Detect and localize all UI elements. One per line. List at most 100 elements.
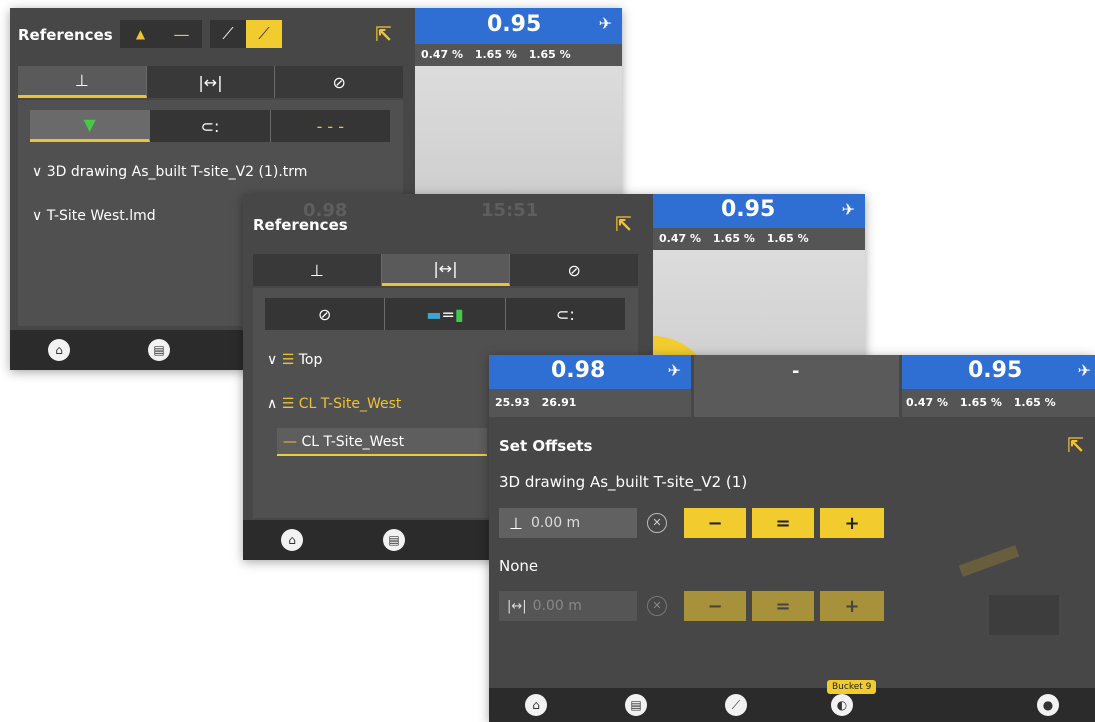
- reference-2-name: None: [499, 557, 539, 575]
- compass-icon: ⊘: [332, 72, 346, 92]
- mode-row: ⊘ ▬=▮ ⊂:: [265, 298, 625, 330]
- chevron-up-icon: ∧: [267, 396, 282, 412]
- ref-row-cl-label: CL T-Site_West: [298, 396, 402, 412]
- offset-equals-button[interactable]: =: [752, 508, 814, 538]
- blue-value-box[interactable]: 0.95 ✈: [653, 194, 865, 228]
- boom-selected-icon[interactable]: ⟋: [246, 20, 282, 48]
- machine-icon[interactable]: ▤: [625, 694, 647, 716]
- compass-icon: ⊘: [567, 260, 581, 280]
- clear-icon[interactable]: ✕: [647, 513, 667, 533]
- tab-row: ⊥ |↔| ⊘: [18, 66, 403, 98]
- slope-strip: 0.47 % 1.65 % 1.65 %: [415, 44, 622, 66]
- main-slope-value: 1.65 %: [712, 232, 755, 245]
- horizontal-plus-button[interactable]: +: [820, 591, 884, 621]
- depth-value-1: 25.93: [495, 396, 530, 409]
- tab-horizontal[interactable]: |↔|: [381, 254, 511, 286]
- clear-icon[interactable]: ✕: [647, 596, 667, 616]
- dashed-line-icon: - - -: [316, 116, 345, 136]
- ref-row-1[interactable]: ∨ 3D drawing As_built T-site_V2 (1).trm: [32, 164, 307, 180]
- right-value-box[interactable]: 0.95 ✈: [902, 355, 1095, 389]
- mode-offset[interactable]: ▬=▮: [385, 298, 506, 330]
- toggle-group-a: ▲ —: [120, 20, 202, 48]
- antenna-icon: ✈: [1077, 361, 1091, 380]
- reference-1-name: 3D drawing As_built T-site_V2 (1): [499, 473, 748, 491]
- vertical-icon: ⊥: [509, 513, 523, 533]
- excavator-silhouette: [958, 525, 1069, 645]
- toggle-group-b: ⟋ ⟋: [210, 20, 282, 48]
- tab-compass[interactable]: ⊘: [510, 254, 638, 286]
- antenna-icon: ✈: [841, 200, 855, 219]
- ref-row-2[interactable]: ∨ T-Site West.lmd: [32, 208, 156, 224]
- bucket-badge: Bucket 9: [827, 680, 877, 694]
- chevron-down-icon: ∨: [32, 164, 47, 180]
- horizontal-minus-button[interactable]: −: [684, 591, 746, 621]
- machine-icon[interactable]: ▤: [383, 529, 405, 551]
- left-value: 0.98: [551, 358, 606, 383]
- horizontal-offset-value: 0.00 m: [532, 598, 582, 614]
- chevron-down-icon: ∨: [267, 352, 282, 368]
- offset-plus-button[interactable]: +: [820, 508, 884, 538]
- cross-slope-value: 0.47 %: [906, 396, 948, 409]
- ref-row-top[interactable]: ∨ ☰ Top: [267, 352, 322, 368]
- magnet-icon: ⊂:: [555, 304, 575, 324]
- mode-magnet[interactable]: ⊂:: [506, 298, 625, 330]
- operator-icon[interactable]: ●: [1037, 694, 1059, 716]
- panel-title: Set Offsets: [499, 437, 593, 455]
- external-link-icon[interactable]: ⇱: [615, 212, 632, 236]
- mode-line[interactable]: - - -: [271, 110, 390, 142]
- design-icon[interactable]: ⟋: [725, 694, 747, 716]
- vertical-icon: ⊥: [309, 260, 324, 280]
- selected-line-item[interactable]: — CL T-Site_West: [277, 428, 487, 456]
- middle-value-box[interactable]: -: [694, 355, 899, 417]
- offset-minus-button[interactable]: −: [684, 508, 746, 538]
- home-icon[interactable]: ⌂: [48, 339, 70, 361]
- external-link-icon[interactable]: ⇱: [1067, 433, 1084, 457]
- slope-value: 1.65 %: [528, 48, 571, 61]
- bucket-icon[interactable]: ◐: [831, 694, 853, 716]
- antenna-icon: ✈: [598, 14, 612, 33]
- blue-value-box[interactable]: 0.95 ✈: [415, 8, 622, 44]
- tab-horizontal[interactable]: |↔|: [147, 66, 276, 98]
- mode-surface[interactable]: ▼: [30, 110, 151, 142]
- tab-vertical[interactable]: ⊥: [18, 66, 147, 98]
- horizontal-icon: |↔|: [198, 72, 223, 92]
- mode-magnet[interactable]: ⊂:: [150, 110, 271, 142]
- cross-slope-value: 0.47 %: [659, 232, 701, 245]
- machine-icon[interactable]: ▤: [148, 339, 170, 361]
- external-link-icon[interactable]: ⇱: [375, 22, 392, 46]
- ref-row-cl[interactable]: ∧ ☰ CL T-Site_West: [267, 396, 401, 412]
- right-strip: 0.47 % 1.65 % 1.65 %: [902, 389, 1095, 417]
- tab-compass[interactable]: ⊘: [275, 66, 403, 98]
- tab-row: ⊥ |↔| ⊘: [253, 254, 638, 286]
- right-value: 0.95: [968, 358, 1023, 383]
- blue-value: 0.95: [721, 197, 776, 222]
- panel-title: References: [18, 26, 113, 44]
- horizontal-offset-field[interactable]: |↔| 0.00 m: [499, 591, 637, 621]
- none-icon: ⊘: [317, 304, 332, 324]
- depth-value-2: 26.91: [541, 396, 577, 409]
- home-icon[interactable]: ⌂: [525, 694, 547, 716]
- magnet-icon: ⊂:: [200, 116, 220, 136]
- antenna-icon: ✈: [667, 361, 681, 380]
- ref-row-1-label: 3D drawing As_built T-site_V2 (1).trm: [46, 164, 308, 180]
- layer-icon: ☰: [281, 396, 299, 412]
- bg-value-2: 15:51: [481, 200, 539, 221]
- tab-vertical[interactable]: ⊥: [253, 254, 382, 286]
- main-slope-value: 1.65 %: [959, 396, 1002, 409]
- left-value-box[interactable]: 0.98 ✈: [489, 355, 691, 389]
- line-toggle-icon[interactable]: —: [161, 20, 202, 48]
- slope-strip: 0.47 % 1.65 % 1.65 %: [653, 228, 865, 250]
- home-icon[interactable]: ⌂: [281, 529, 303, 551]
- offset-icon: ▬=▮: [426, 304, 464, 324]
- vertical-offset-field[interactable]: ⊥ 0.00 m: [499, 508, 637, 538]
- cross-slope-value: 0.47 %: [421, 48, 463, 61]
- blue-value: 0.95: [487, 12, 542, 37]
- mode-none[interactable]: ⊘: [265, 298, 386, 330]
- horizontal-equals-button[interactable]: =: [752, 591, 814, 621]
- line-icon: —: [283, 434, 302, 450]
- boom-icon[interactable]: ⟋: [210, 20, 246, 48]
- surface-toggle-icon[interactable]: ▲: [120, 20, 161, 48]
- selected-line-label: CL T-Site_West: [301, 434, 405, 450]
- panel-title: References: [253, 216, 348, 234]
- chevron-down-icon: ∨: [32, 208, 47, 224]
